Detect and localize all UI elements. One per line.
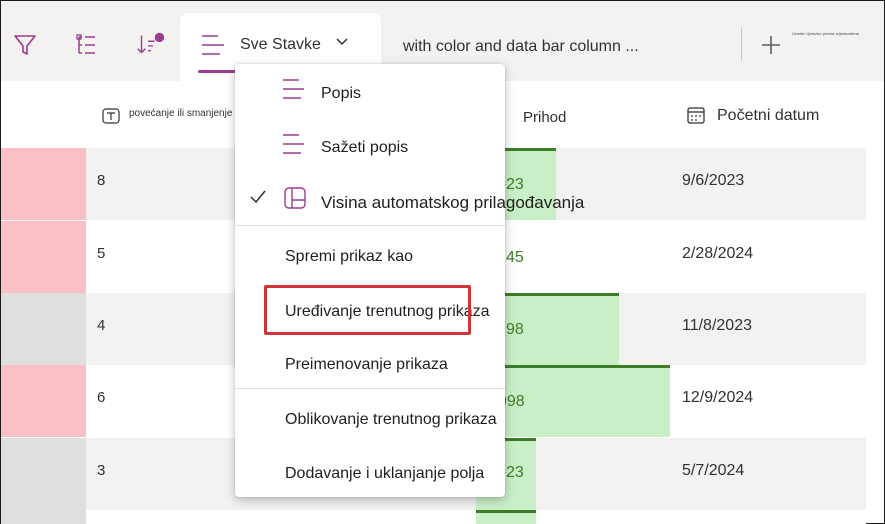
color-cell bbox=[1, 438, 86, 510]
row-number: 8 bbox=[97, 172, 106, 189]
column-header-prihod[interactable]: Prihod bbox=[523, 109, 566, 126]
revenue-value: 45 bbox=[506, 249, 524, 266]
row-number: 5 bbox=[97, 245, 106, 262]
menu-separator bbox=[235, 225, 505, 226]
chevron-down-icon[interactable] bbox=[336, 37, 348, 47]
start-date: 11/8/2023 bbox=[682, 317, 752, 334]
filter-icon[interactable] bbox=[9, 29, 41, 61]
active-tab-indicator bbox=[198, 70, 236, 73]
text-column-icon bbox=[102, 108, 120, 124]
calendar-icon bbox=[687, 107, 705, 124]
compact-list-icon bbox=[283, 134, 304, 154]
tab-color-data-bar[interactable]: with color and data bar column ... bbox=[403, 38, 639, 56]
list-view-icon bbox=[202, 35, 224, 55]
autofit-icon bbox=[284, 187, 306, 209]
add-icon[interactable] bbox=[755, 29, 787, 61]
row-number: 6 bbox=[97, 389, 106, 406]
revenue-value: 23 bbox=[506, 176, 524, 193]
color-cell bbox=[1, 221, 86, 293]
group-list-icon[interactable] bbox=[71, 29, 103, 61]
highlight-box bbox=[264, 285, 471, 335]
menu-item-format-current-view[interactable]: Oblikovanje trenutnog prikaza bbox=[285, 411, 497, 429]
tiny-note: Uzmite i ljestvicu prema vrijednostima bbox=[792, 31, 859, 36]
start-date: 12/9/2024 bbox=[682, 389, 754, 406]
menu-item-add-remove-fields[interactable]: Dodavanje i uklanjanje polja bbox=[285, 465, 484, 483]
start-date: 9/6/2023 bbox=[682, 172, 745, 189]
row-number: 3 bbox=[97, 462, 106, 479]
menu-separator bbox=[235, 388, 505, 389]
menu-item-list[interactable]: Popis bbox=[321, 85, 361, 103]
color-cell bbox=[1, 510, 86, 524]
table-row bbox=[1, 510, 866, 524]
menu-item-compact-list[interactable]: Sažeti popis bbox=[321, 139, 408, 157]
view-options-menu: Popis Sažeti popis Visina automatskog pr… bbox=[235, 64, 584, 497]
menu-item-rename-view[interactable]: Preimenovanje prikaza bbox=[285, 356, 448, 374]
revenue-value: 23 bbox=[506, 464, 524, 481]
active-view-label: Sve Stavke bbox=[240, 36, 321, 53]
sort-icon[interactable] bbox=[134, 29, 166, 61]
checkmark-icon bbox=[250, 190, 266, 204]
color-cell bbox=[1, 365, 86, 437]
column-header-start-date[interactable]: Početni datum bbox=[717, 107, 819, 125]
color-cell bbox=[1, 148, 86, 220]
list-view-icon bbox=[283, 79, 304, 99]
row-number: 4 bbox=[97, 317, 106, 334]
start-date: 5/7/2024 bbox=[682, 462, 745, 479]
revenue-value: 98 bbox=[506, 321, 524, 338]
menu-item-autofit-height[interactable]: Visina automatskog prilagođavanja bbox=[321, 193, 584, 213]
toolbar-divider bbox=[741, 27, 742, 61]
revenue-data-bar bbox=[476, 510, 536, 524]
menu-item-save-view-as[interactable]: Spremi prikaz kao bbox=[285, 248, 413, 266]
color-cell bbox=[1, 293, 86, 365]
start-date: 2/28/2024 bbox=[682, 245, 754, 262]
